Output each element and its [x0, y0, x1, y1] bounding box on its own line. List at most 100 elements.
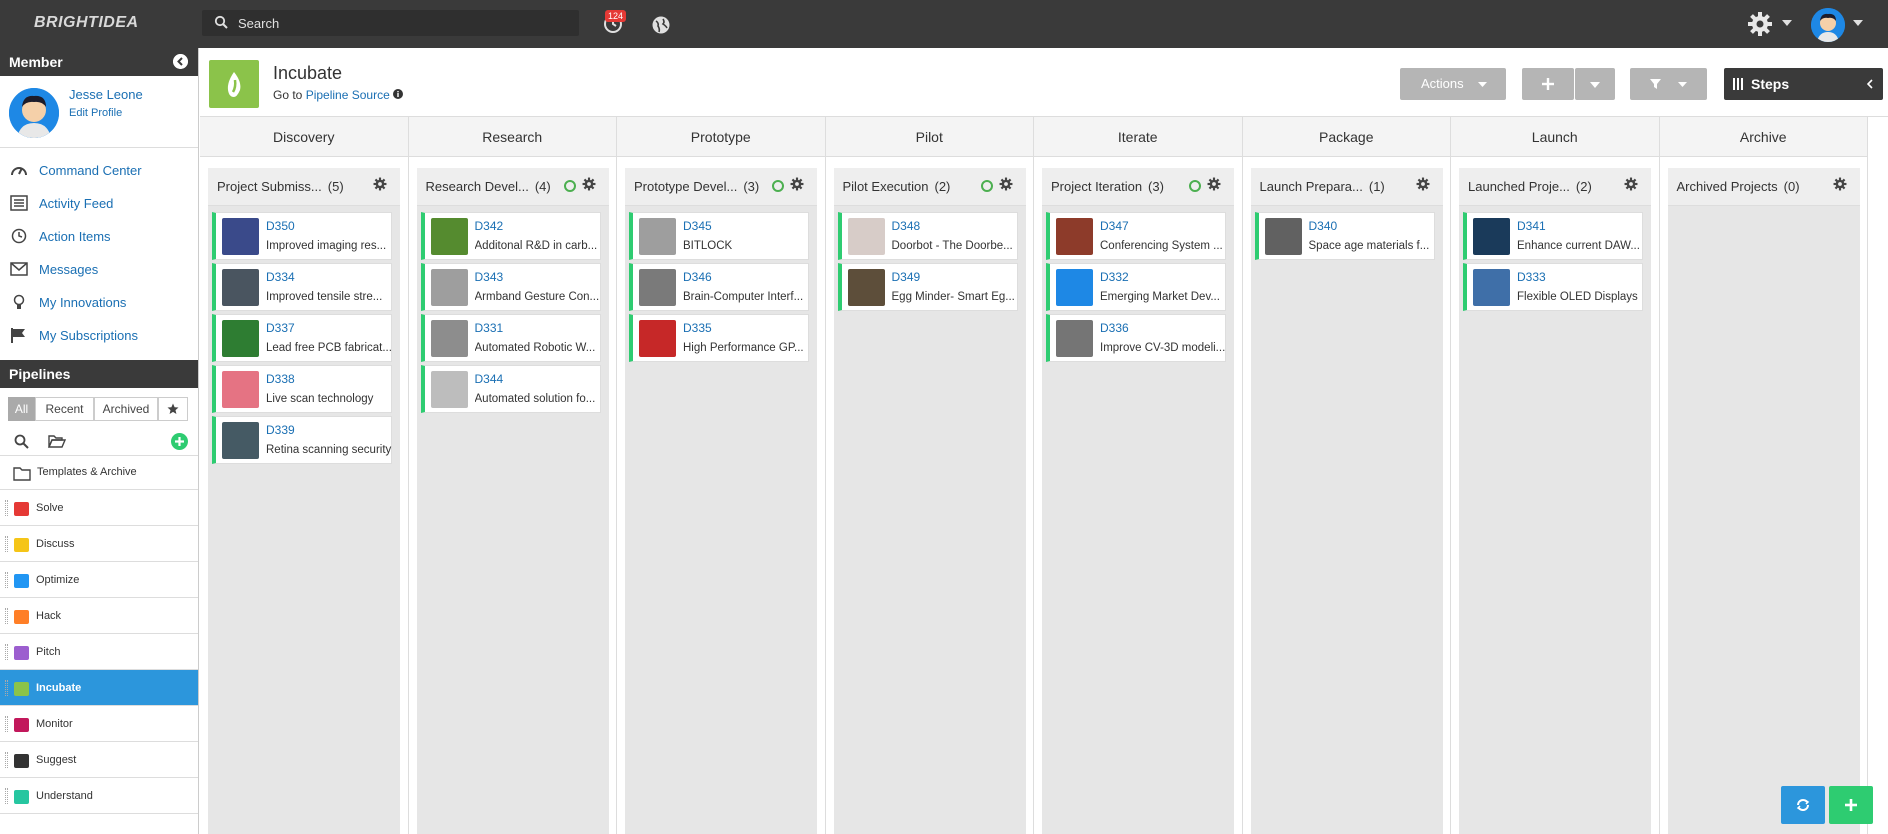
swimlane-settings-gear-icon[interactable]: [999, 177, 1013, 194]
search-box[interactable]: Search: [202, 10, 579, 36]
add-pipeline-icon[interactable]: [171, 433, 188, 450]
steps-button[interactable]: Steps: [1724, 68, 1883, 100]
pipeline-item-incubate[interactable]: Incubate: [0, 670, 198, 706]
drag-handle-icon[interactable]: [5, 788, 8, 804]
actions-button[interactable]: Actions: [1400, 68, 1506, 100]
timer-icon[interactable]: [563, 180, 576, 192]
project-card[interactable]: D336 Improve CV-3D modeli...: [1046, 314, 1226, 362]
project-card[interactable]: D341 Enhance current DAW...: [1463, 212, 1643, 260]
project-id-link[interactable]: D335: [683, 321, 712, 335]
project-card[interactable]: D348 Doorbot - The Doorbe...: [837, 212, 1018, 260]
swimlane-settings-gear-icon[interactable]: [1833, 177, 1847, 194]
project-card[interactable]: D347 Conferencing System ...: [1046, 212, 1226, 260]
user-name-link[interactable]: Jesse Leone: [69, 87, 143, 102]
project-id-link[interactable]: D334: [266, 270, 295, 284]
pipeline-item-pitch[interactable]: Pitch: [0, 634, 198, 670]
swimlane-settings-gear-icon[interactable]: [790, 177, 804, 194]
project-card[interactable]: D339 Retina scanning security: [212, 416, 392, 464]
pipeline-item-discuss[interactable]: Discuss: [0, 526, 198, 562]
pipeline-item-understand[interactable]: Understand: [0, 778, 198, 814]
edit-profile-link[interactable]: Edit Profile: [69, 107, 122, 119]
project-id-link[interactable]: D345: [683, 219, 712, 233]
timer-icon[interactable]: [980, 180, 993, 192]
project-card[interactable]: D345 BITLOCK: [629, 212, 809, 260]
project-id-link[interactable]: D347: [1100, 219, 1129, 233]
tab-all[interactable]: All: [8, 397, 35, 421]
drag-handle-icon[interactable]: [5, 680, 8, 696]
profile-avatar[interactable]: [9, 88, 59, 138]
project-id-link[interactable]: D348: [892, 219, 921, 233]
swimlane-settings-gear-icon[interactable]: [1624, 177, 1638, 194]
project-id-link[interactable]: D339: [266, 423, 295, 437]
project-id-link[interactable]: D340: [1309, 219, 1338, 233]
menu-my-subscriptions[interactable]: My Subscriptions: [0, 319, 198, 352]
add-fab-button[interactable]: [1829, 786, 1873, 824]
project-id-link[interactable]: D350: [266, 219, 295, 233]
brightidea-logo[interactable]: BRIGHTIDEA: [34, 14, 139, 32]
chevron-down-icon[interactable]: [1853, 20, 1863, 26]
pipeline-item-suggest[interactable]: Suggest: [0, 742, 198, 778]
swimlane-settings-gear-icon[interactable]: [1416, 177, 1430, 194]
drag-handle-icon[interactable]: [5, 536, 8, 552]
project-card[interactable]: D338 Live scan technology: [212, 365, 392, 413]
project-id-link[interactable]: D344: [475, 372, 504, 386]
project-id-link[interactable]: D342: [475, 219, 504, 233]
project-card[interactable]: D337 Lead free PCB fabricat...: [212, 314, 392, 362]
swimlane-settings-gear-icon[interactable]: [582, 177, 596, 194]
project-card[interactable]: D333 Flexible OLED Displays: [1463, 263, 1643, 311]
collapse-sidebar-icon[interactable]: [173, 54, 188, 69]
project-id-link[interactable]: D338: [266, 372, 295, 386]
pipeline-source-link[interactable]: Pipeline Source: [306, 88, 390, 102]
project-card[interactable]: D335 High Performance GP...: [629, 314, 809, 362]
settings-gear-icon[interactable]: [1747, 11, 1773, 37]
pipeline-item-hack[interactable]: Hack: [0, 598, 198, 634]
project-card[interactable]: D342 Additonal R&D in carb...: [420, 212, 601, 260]
project-card[interactable]: D350 Improved imaging res...: [212, 212, 392, 260]
project-id-link[interactable]: D332: [1100, 270, 1129, 284]
menu-command-center[interactable]: Command Center: [0, 154, 198, 187]
drag-handle-icon[interactable]: [5, 752, 8, 768]
project-id-link[interactable]: D333: [1517, 270, 1546, 284]
drag-handle-icon[interactable]: [5, 500, 8, 516]
tab-favorites[interactable]: [158, 397, 188, 421]
project-card[interactable]: D349 Egg Minder- Smart Eg...: [837, 263, 1018, 311]
globe-icon[interactable]: [651, 15, 671, 35]
pipeline-item-optimize[interactable]: Optimize: [0, 562, 198, 598]
project-card[interactable]: D331 Automated Robotic W...: [420, 314, 601, 362]
project-id-link[interactable]: D341: [1517, 219, 1546, 233]
menu-messages[interactable]: Messages: [0, 253, 198, 286]
menu-activity-feed[interactable]: Activity Feed: [0, 187, 198, 220]
menu-action-items[interactable]: Action Items: [0, 220, 198, 253]
pipeline-item-solve[interactable]: Solve: [0, 490, 198, 526]
pipeline-item-monitor[interactable]: Monitor: [0, 706, 198, 742]
project-id-link[interactable]: D336: [1100, 321, 1129, 335]
tab-recent[interactable]: Recent: [35, 397, 94, 421]
info-icon[interactable]: [393, 89, 404, 99]
project-id-link[interactable]: D346: [683, 270, 712, 284]
project-card[interactable]: D346 Brain-Computer Interf...: [629, 263, 809, 311]
project-id-link[interactable]: D331: [475, 321, 504, 335]
tab-archived[interactable]: Archived: [94, 397, 158, 421]
project-id-link[interactable]: D349: [892, 270, 921, 284]
refresh-button[interactable]: [1781, 786, 1825, 824]
drag-handle-icon[interactable]: [5, 608, 8, 624]
project-id-link[interactable]: D337: [266, 321, 295, 335]
project-card[interactable]: D334 Improved tensile stre...: [212, 263, 392, 311]
add-dropdown-button[interactable]: [1575, 68, 1615, 100]
project-card[interactable]: D343 Armband Gesture Con...: [420, 263, 601, 311]
chevron-down-icon[interactable]: [1782, 20, 1792, 26]
project-id-link[interactable]: D343: [475, 270, 504, 284]
filter-button[interactable]: [1630, 68, 1707, 100]
open-folder-icon[interactable]: [48, 434, 66, 448]
timer-icon[interactable]: [1189, 180, 1201, 192]
add-button[interactable]: [1522, 68, 1574, 100]
search-icon[interactable]: [14, 434, 29, 449]
project-card[interactable]: D340 Space age materials f...: [1254, 212, 1435, 260]
menu-my-innovations[interactable]: My Innovations: [0, 286, 198, 319]
drag-handle-icon[interactable]: [5, 716, 8, 732]
templates-archive-folder[interactable]: Templates & Archive: [0, 456, 198, 490]
swimlane-settings-gear-icon[interactable]: [1207, 177, 1221, 194]
search-input[interactable]: Search: [238, 16, 279, 31]
drag-handle-icon[interactable]: [5, 644, 8, 660]
user-avatar[interactable]: [1811, 8, 1845, 42]
